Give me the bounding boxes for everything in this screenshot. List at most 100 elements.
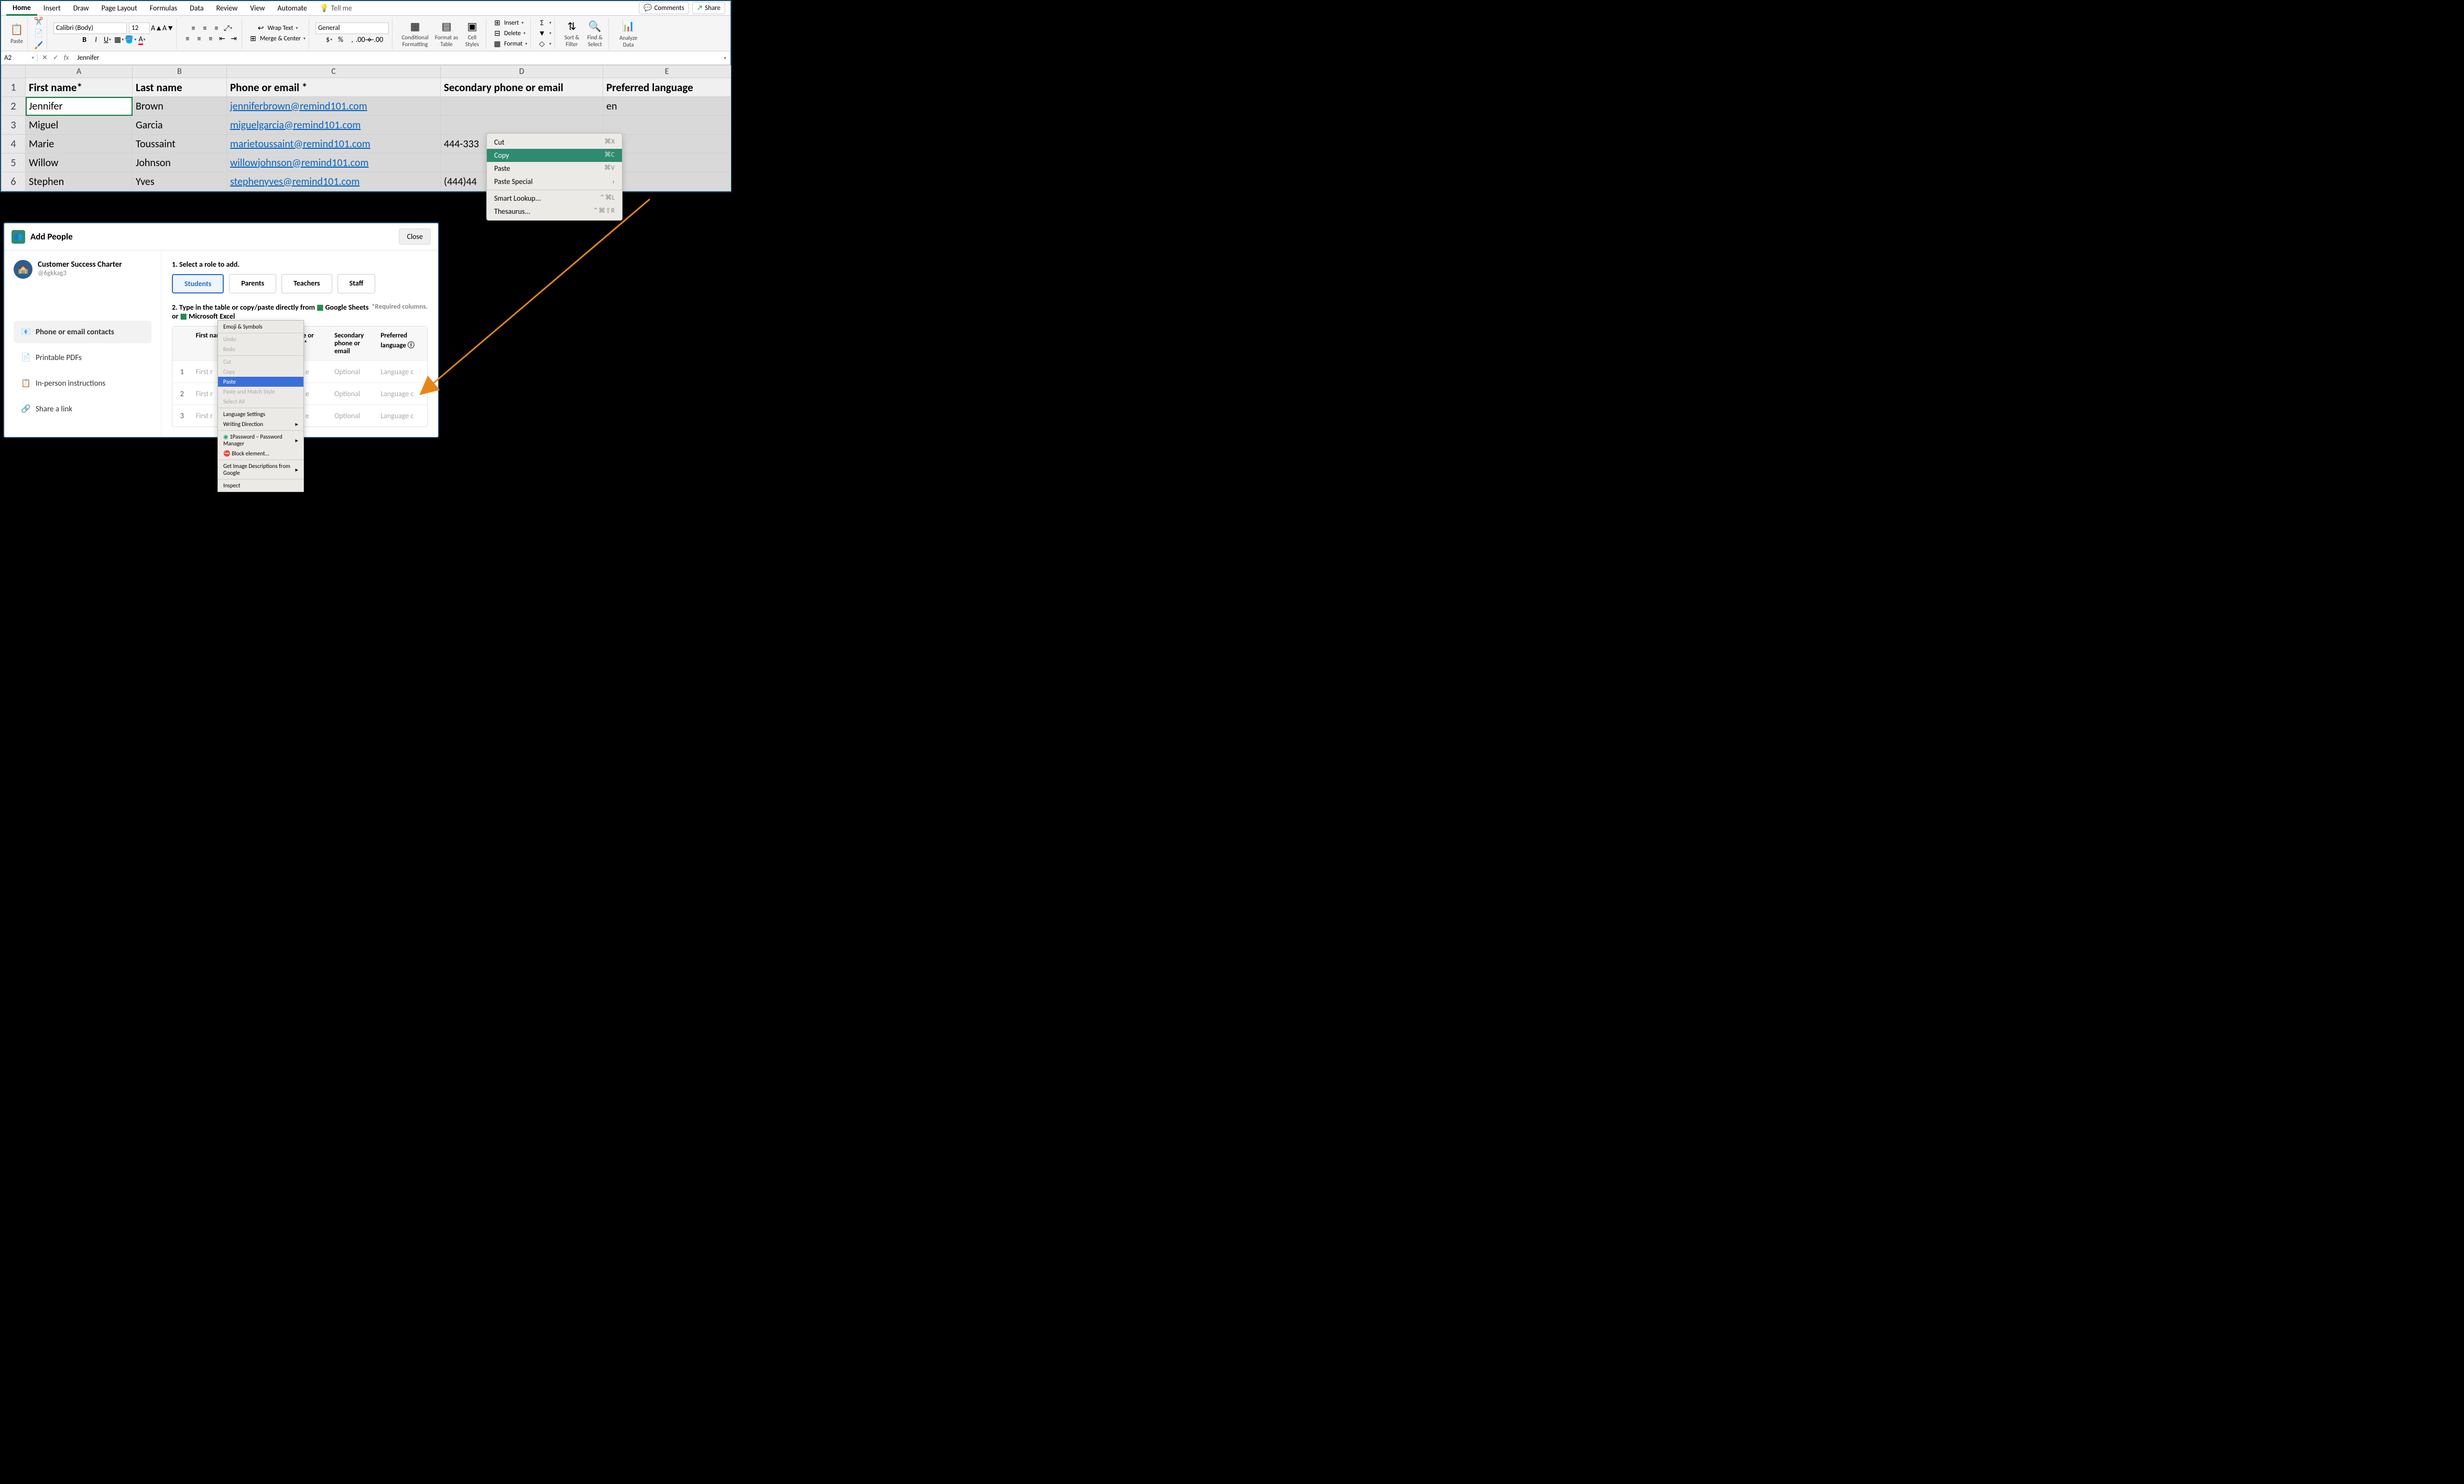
cell[interactable]: Secondary phone or email	[441, 78, 603, 97]
cell-styles-icon[interactable]: ▣	[465, 19, 479, 34]
font-color-icon[interactable]: A▾	[137, 35, 147, 45]
close-button[interactable]: Close	[399, 228, 431, 245]
italic-icon[interactable]: I	[91, 35, 101, 45]
email-link[interactable]: willowjohnson@remind101.com	[230, 157, 368, 169]
sidebar-item-pdfs[interactable]: 📄Printable PDFs	[14, 346, 151, 369]
orientation-icon[interactable]: ⤢▾	[223, 24, 233, 33]
context-thesaurus[interactable]: Thesaurus...⌃⌘⇧R	[487, 205, 622, 218]
bmenu-emoji[interactable]: Emoji & Symbols	[218, 322, 303, 332]
name-box[interactable]: A2▾	[1, 54, 38, 62]
select-all-corner[interactable]	[2, 66, 26, 78]
comments-button[interactable]: 💬Comments	[639, 2, 689, 14]
format-cells-icon[interactable]: ▦	[493, 39, 502, 49]
email-link[interactable]: jenniferbrown@remind101.com	[230, 100, 367, 113]
cell[interactable]: Brown	[133, 97, 227, 116]
cell[interactable]: marietoussaint@remind101.com	[227, 135, 441, 154]
role-staff[interactable]: Staff	[337, 274, 376, 293]
row-header[interactable]: 4	[2, 135, 26, 154]
cell[interactable]	[603, 116, 731, 135]
enter-formula-icon[interactable]: ✓	[53, 54, 59, 62]
number-format-select[interactable]	[315, 23, 389, 34]
cell[interactable]	[441, 116, 603, 135]
col-header-c[interactable]: C	[227, 66, 441, 78]
find-select-icon[interactable]: 🔍	[587, 19, 602, 34]
format-as-table-icon[interactable]: ▤	[439, 19, 454, 34]
cell[interactable]: Last name	[133, 78, 227, 97]
bmenu-language[interactable]: Language Settings	[218, 409, 303, 419]
cell[interactable]: Garcia	[133, 116, 227, 135]
wrap-icon[interactable]: ↩	[256, 24, 266, 33]
clear-icon[interactable]: ◇	[537, 39, 547, 49]
bold-icon[interactable]: B	[80, 35, 89, 45]
role-teachers[interactable]: Teachers	[281, 274, 332, 293]
formula-input[interactable]: Jennifer	[73, 54, 719, 62]
bmenu-paste[interactable]: Paste	[218, 377, 303, 387]
sidebar-item-share[interactable]: 🔗Share a link	[14, 398, 151, 420]
cell[interactable]: First name*	[26, 78, 133, 97]
role-students[interactable]: Students	[172, 274, 224, 293]
decrease-decimal-icon[interactable]: ←.00	[370, 35, 380, 45]
tab-page-layout[interactable]: Page Layout	[95, 2, 144, 15]
bmenu-inspect[interactable]: Inspect	[218, 481, 303, 490]
align-center-icon[interactable]: ≡	[194, 34, 204, 43]
align-bottom-icon[interactable]: ≡	[212, 24, 221, 33]
cell[interactable]: stephenyves@remind101.com	[227, 172, 441, 191]
row-header[interactable]: 3	[2, 116, 26, 135]
cell[interactable]: Preferred language	[603, 78, 731, 97]
autosum-icon[interactable]: Σ	[537, 18, 547, 28]
tab-data[interactable]: Data	[183, 2, 210, 15]
share-button[interactable]: ↗Share	[692, 2, 725, 14]
context-copy[interactable]: Copy⌘C	[487, 149, 622, 162]
tab-formulas[interactable]: Formulas	[144, 2, 183, 15]
cell[interactable]: Marie	[26, 135, 133, 154]
cell[interactable]: Toussaint	[133, 135, 227, 154]
cell[interactable]: Yves	[133, 172, 227, 191]
analyze-data-icon[interactable]: 📊	[621, 19, 636, 34]
cut-icon[interactable]: ✂️	[34, 17, 43, 26]
cell[interactable]: Jennifer	[26, 97, 133, 116]
currency-icon[interactable]: $▾	[324, 35, 334, 45]
context-smart-lookup[interactable]: Smart Lookup...⌃⌘L	[487, 192, 622, 205]
bmenu-image-desc[interactable]: Get Image Descriptions from Google▸	[218, 461, 303, 478]
bmenu-redo[interactable]: Redo	[218, 344, 303, 354]
cell[interactable]: en	[603, 97, 731, 116]
cell[interactable]: Miguel	[26, 116, 133, 135]
increase-font-icon[interactable]: A▲	[152, 24, 161, 33]
context-cut[interactable]: Cut⌘X	[487, 136, 622, 149]
cell[interactable]: Stephen	[26, 172, 133, 191]
formula-expand-icon[interactable]: ▾	[719, 54, 731, 61]
sort-filter-icon[interactable]: ⇅	[564, 19, 579, 34]
fx-icon[interactable]: fx	[64, 54, 69, 62]
cell[interactable]: willowjohnson@remind101.com	[227, 154, 441, 172]
font-size-input[interactable]	[129, 23, 150, 34]
insert-cells-icon[interactable]: ⊞	[493, 18, 502, 28]
row-header[interactable]: 5	[2, 154, 26, 172]
indent-decrease-icon[interactable]: ⇤	[217, 34, 227, 43]
cancel-formula-icon[interactable]: ✕	[42, 54, 48, 62]
cell[interactable]: jenniferbrown@remind101.com	[227, 97, 441, 116]
col-header-b[interactable]: B	[133, 66, 227, 78]
row-header[interactable]: 2	[2, 97, 26, 116]
fill-icon[interactable]: ▼	[537, 29, 547, 38]
context-paste[interactable]: Paste⌘V	[487, 162, 622, 175]
email-link[interactable]: stephenyves@remind101.com	[230, 176, 359, 188]
underline-icon[interactable]: U▾	[103, 35, 112, 45]
context-paste-special[interactable]: Paste Special›	[487, 175, 622, 188]
tab-review[interactable]: Review	[210, 2, 244, 15]
cell[interactable]: Johnson	[133, 154, 227, 172]
tab-draw[interactable]: Draw	[67, 2, 95, 15]
percent-icon[interactable]: %	[336, 35, 345, 45]
bmenu-copy[interactable]: Copy	[218, 367, 303, 377]
tell-me[interactable]: 💡Tell me	[313, 2, 358, 15]
conditional-formatting-icon[interactable]: ▦	[408, 19, 422, 34]
role-parents[interactable]: Parents	[229, 274, 276, 293]
email-link[interactable]: marietoussaint@remind101.com	[230, 138, 370, 150]
tab-automate[interactable]: Automate	[271, 2, 313, 15]
cell[interactable]: miguelgarcia@remind101.com	[227, 116, 441, 135]
col-header-a[interactable]: A	[26, 66, 133, 78]
indent-increase-icon[interactable]: ⇥	[229, 34, 238, 43]
row-header[interactable]: 6	[2, 172, 26, 191]
font-name-input[interactable]	[53, 23, 127, 34]
sidebar-item-contacts[interactable]: 📧Phone or email contacts	[14, 321, 151, 343]
bmenu-1password[interactable]: ◉ 1Password – Password Manager▸	[218, 432, 303, 449]
